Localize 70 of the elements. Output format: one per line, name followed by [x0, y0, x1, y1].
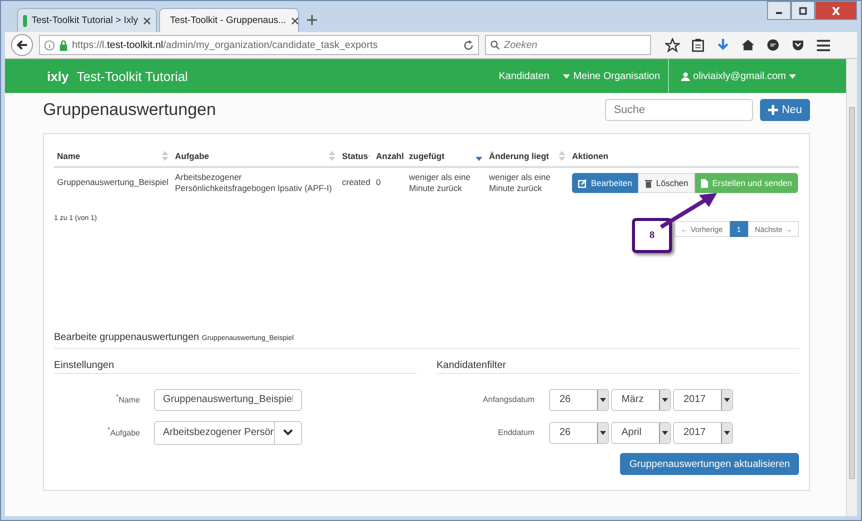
table-cell-text: created: [341, 177, 372, 189]
home-icon[interactable]: [741, 38, 755, 52]
field-label: Enddatum: [497, 428, 536, 437]
edit-button[interactable]: Bearbeiten: [572, 173, 638, 193]
clipboard-icon[interactable]: [691, 38, 705, 52]
trash-icon: [645, 178, 652, 188]
caret-icon[interactable]: [662, 398, 668, 402]
close-icon[interactable]: [815, 1, 857, 20]
date-select[interactable]: 2017: [672, 388, 732, 410]
minimize-icon[interactable]: [767, 1, 791, 20]
browser-tab[interactable]: Test-Toolkit Tutorial > Ixly: [17, 8, 157, 32]
table-cell-text: weniger als eine Minute zurück: [488, 172, 552, 194]
step-callout: 8: [632, 218, 672, 253]
field-label: Anfangsdatum: [482, 395, 536, 404]
table-cell-text: weniger als eine Minute zurück: [408, 172, 472, 194]
table-cell-text: Gruppenauswertung_Beispiel: [56, 177, 170, 189]
column-header[interactable]: Name: [57, 151, 80, 161]
required-marker: *: [107, 427, 110, 434]
page-title: Gruppenauswertungen: [43, 100, 216, 120]
plus-icon: [768, 105, 778, 115]
info-icon: [44, 40, 55, 50]
search-field[interactable]: Zoeken: [485, 35, 651, 55]
edit-icon: [578, 178, 587, 188]
caret-icon[interactable]: [662, 430, 668, 434]
document-icon: [701, 178, 708, 188]
field-label: Name: [118, 396, 140, 405]
update-button[interactable]: Gruppenauswertungen aktualisieren: [620, 453, 799, 475]
date-select[interactable]: 26: [548, 422, 608, 444]
table-cell-text: Arbeitsbezogener Persönlichkeitsfragebogen Ipsativ (APF-I): [174, 172, 333, 194]
maximize-icon[interactable]: [791, 1, 815, 20]
column-header[interactable]: Anzahl: [376, 151, 404, 161]
scrollbar[interactable]: [846, 59, 857, 516]
lock-icon: [59, 40, 68, 50]
chevron-down-icon[interactable]: [283, 429, 293, 436]
close-icon[interactable]: [291, 16, 300, 24]
chat-bubble-icon[interactable]: [766, 38, 780, 52]
close-icon[interactable]: [143, 16, 151, 24]
required-marker: *: [116, 394, 119, 402]
section-heading: Einstellungen: [54, 360, 416, 374]
field-label: Aufgabe: [110, 428, 140, 438]
site-icon: [23, 14, 27, 26]
new-button[interactable]: Neu: [760, 99, 810, 121]
search-icon: [490, 40, 500, 50]
column-header[interactable]: zugefügt: [409, 151, 444, 161]
date-select[interactable]: 2017: [672, 422, 732, 444]
column-header[interactable]: Aufgabe: [175, 151, 209, 161]
column-header[interactable]: Status: [342, 151, 368, 161]
menu-icon[interactable]: [816, 38, 831, 52]
section-heading: Kandidatenfilter: [436, 360, 799, 374]
search-field[interactable]: Suche: [604, 99, 753, 121]
star-icon[interactable]: [665, 38, 680, 52]
url-field[interactable]: https://l.test-toolkit.nl/admin/my_organization/candidate_task_exports: [39, 35, 479, 55]
download-icon[interactable]: [716, 38, 730, 52]
caret-icon[interactable]: [600, 398, 606, 402]
column-header[interactable]: Aktionen: [572, 151, 608, 161]
date-select[interactable]: 26: [548, 388, 608, 410]
caret-icon[interactable]: [724, 398, 730, 402]
task-select[interactable]: Arbeitsbezogener Persör: [154, 420, 302, 444]
user-icon[interactable]: [681, 72, 690, 80]
column-header[interactable]: Änderung liegt: [489, 151, 549, 161]
browser-tab[interactable]: Test-Toolkit - Gruppenaus...: [159, 8, 299, 32]
caret-icon[interactable]: [724, 430, 730, 434]
date-select[interactable]: April: [610, 422, 670, 444]
reload-icon[interactable]: [463, 40, 474, 50]
back-icon[interactable]: [11, 34, 33, 56]
pocket-icon[interactable]: [791, 38, 805, 52]
table-cell-text: 0: [375, 177, 382, 189]
delete-button[interactable]: Löschen: [638, 173, 696, 193]
caret-icon[interactable]: [600, 430, 606, 434]
date-select[interactable]: März: [610, 388, 670, 410]
